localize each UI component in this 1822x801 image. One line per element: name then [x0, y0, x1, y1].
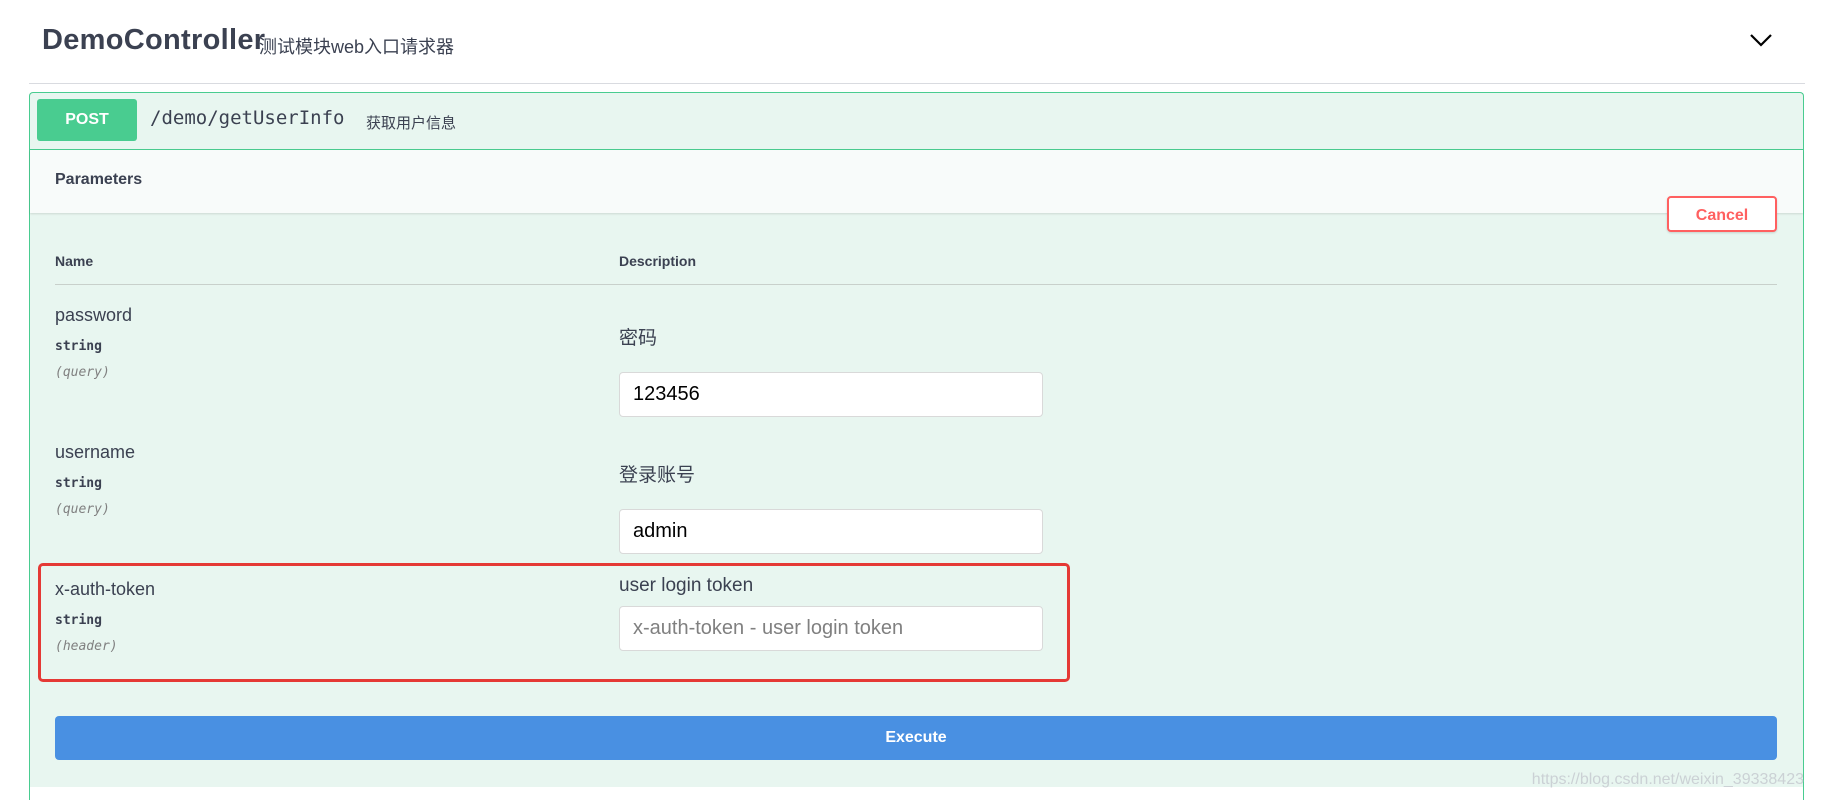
method-badge: POST — [37, 99, 137, 141]
tag-title: DemoController — [42, 24, 266, 56]
tag-header[interactable]: DemoController 测试模块web入口请求器 — [29, 0, 1805, 84]
param-in-password: (query) — [55, 365, 110, 380]
highlight-annotation — [38, 563, 1070, 682]
column-header-description: Description — [619, 253, 697, 269]
param-in-username: (query) — [55, 502, 110, 517]
header-divider — [55, 284, 1777, 285]
password-input[interactable] — [619, 372, 1043, 417]
tag-description: 测试模块web入口请求器 — [259, 37, 455, 57]
param-type-password: string — [55, 339, 102, 354]
param-type-username: string — [55, 476, 102, 491]
param-description-username: 登录账号 — [619, 465, 696, 486]
cancel-button[interactable]: Cancel — [1667, 196, 1777, 232]
opblock-summary[interactable]: POST /demo/getUserInfo 获取用户信息 — [30, 93, 1803, 150]
opblock-post: POST /demo/getUserInfo 获取用户信息 Parameters… — [29, 92, 1804, 801]
operation-summary: 获取用户信息 — [366, 115, 457, 132]
parameters-header: Parameters — [30, 150, 1803, 213]
execute-button[interactable]: Execute — [55, 716, 1777, 760]
column-header-name: Name — [55, 253, 94, 269]
responses-divider — [30, 787, 1803, 801]
param-description-password: 密码 — [619, 328, 658, 349]
parameters-title: Parameters — [55, 171, 143, 188]
chevron-down-icon[interactable] — [1747, 26, 1775, 54]
username-input[interactable] — [619, 509, 1043, 554]
watermark: https://blog.csdn.net/weixin_39338423 — [1531, 771, 1804, 788]
operation-path: /demo/getUserInfo — [150, 107, 345, 129]
param-name-password: password — [55, 305, 133, 325]
param-name-username: username — [55, 442, 136, 462]
